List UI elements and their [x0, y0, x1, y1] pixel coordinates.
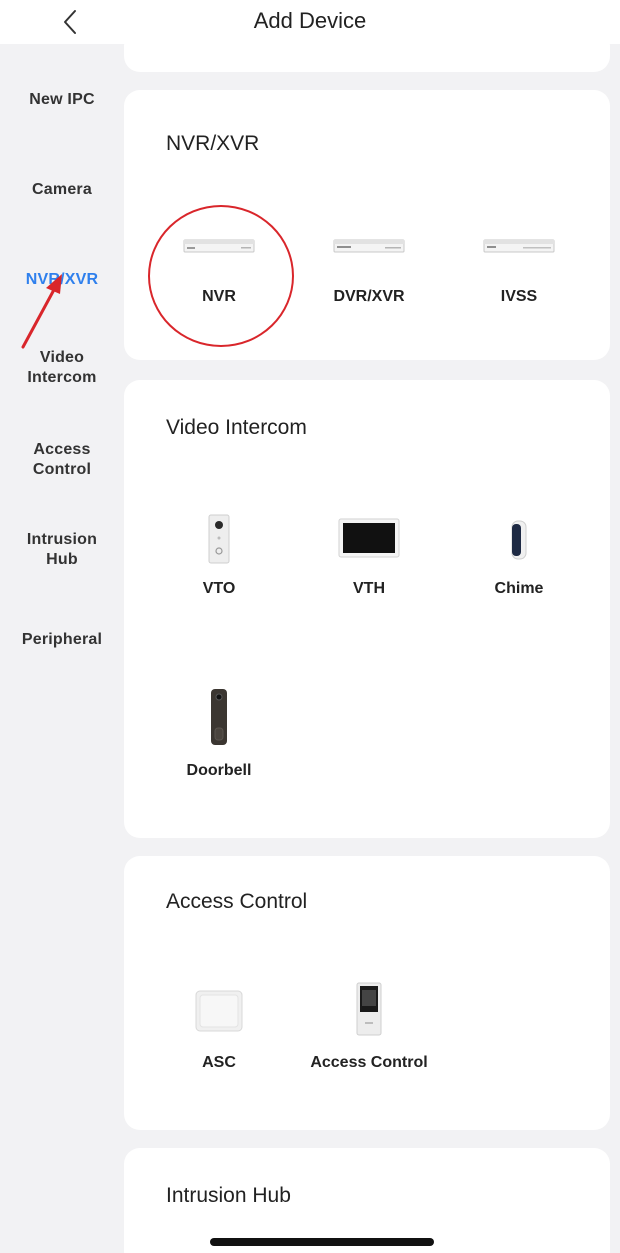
home-indicator — [210, 1238, 434, 1246]
category-sidebar: New IPC Camera NVR/XVR Video Intercom Ac… — [0, 44, 124, 1253]
sidebar-item-intrusion-hub[interactable]: Intrusion Hub — [0, 530, 124, 570]
sidebar-item-camera[interactable]: Camera — [0, 180, 124, 200]
previous-section-card — [124, 30, 610, 72]
doorbell-icon — [211, 689, 227, 745]
video-intercom-section: Video Intercom VTO VTH Chime Doorbell — [124, 380, 610, 838]
sidebar-item-video-intercom[interactable]: Video Intercom — [0, 348, 124, 388]
section-title: Intrusion Hub — [166, 1184, 291, 1207]
asc-controller-icon — [195, 990, 243, 1032]
vth-monitor-icon — [338, 518, 400, 558]
sidebar-item-peripheral[interactable]: Peripheral — [0, 630, 124, 650]
highlight-circle — [148, 205, 294, 347]
ivss-recorder-icon — [483, 239, 555, 253]
vto-door-station-icon — [208, 514, 230, 564]
access-terminal-icon — [356, 982, 382, 1036]
access-control-section: Access Control ASC Access Control — [124, 856, 610, 1130]
sidebar-item-new-ipc[interactable]: New IPC — [0, 90, 124, 110]
sidebar-item-access-control[interactable]: Access Control — [0, 440, 124, 480]
section-title: NVR/XVR — [166, 132, 260, 155]
section-title: Access Control — [166, 890, 308, 913]
chime-icon — [511, 520, 527, 560]
red-arrow-icon — [21, 274, 62, 349]
dvr-recorder-icon — [333, 239, 405, 253]
section-title: Video Intercom — [166, 416, 307, 439]
